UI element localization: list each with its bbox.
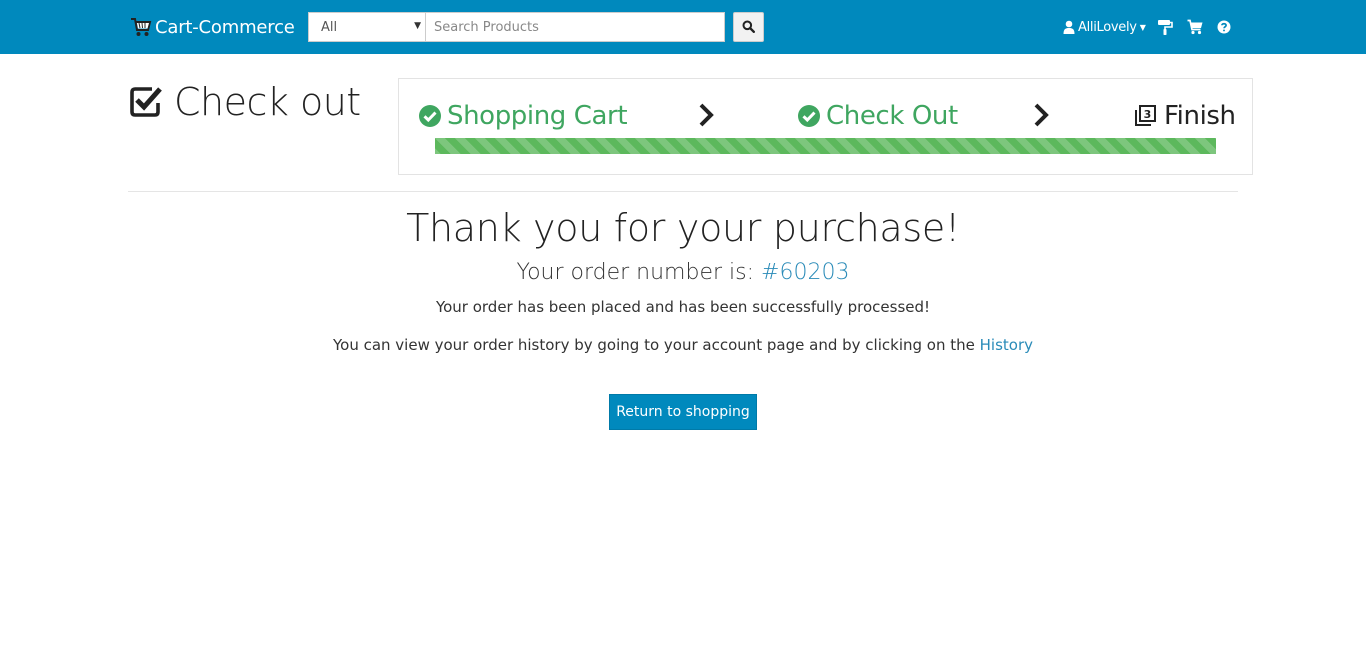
select-caret-icon: ▼ [414, 21, 421, 31]
order-number-line: Your order number is: #60203 [0, 260, 1366, 285]
category-selected-value: All [321, 20, 338, 35]
step-finish: 3 Finish [1134, 99, 1236, 133]
search-icon [742, 18, 756, 37]
user-icon [1063, 20, 1075, 34]
divider [128, 191, 1238, 192]
page-title-text: Check out [174, 80, 361, 124]
checkout-steps: Shopping Cart Check Out 3 Finish [398, 78, 1253, 175]
order-placed-message: Your order has been placed and has been … [435, 298, 931, 316]
help-icon[interactable] [1216, 18, 1232, 36]
paint-roller-icon[interactable] [1157, 18, 1173, 36]
step-check-out: Check Out [798, 99, 958, 133]
user-menu-dropdown[interactable]: AlliLovely ▼ [1063, 17, 1146, 37]
cart-icon[interactable] [1187, 18, 1203, 36]
chevron-right-icon [1033, 103, 1049, 131]
chevron-right-icon [698, 103, 714, 131]
step-label: Finish [1164, 101, 1236, 131]
svg-text:3: 3 [1144, 108, 1152, 121]
checkbox-checked-icon [128, 85, 162, 119]
chevron-down-icon: ▼ [1139, 22, 1146, 32]
brand-link[interactable]: Cart-Commerce [130, 14, 295, 40]
brand-name: Cart-Commerce [155, 16, 295, 38]
search-button[interactable] [733, 12, 764, 42]
return-to-shopping-button[interactable]: Return to shopping [609, 394, 757, 430]
user-name: AlliLovely [1078, 19, 1137, 35]
step-3-icon: 3 [1134, 104, 1156, 128]
checkout-progress-bar [435, 138, 1216, 154]
check-circle-icon [798, 105, 820, 127]
order-number-prefix: Your order number is: [516, 260, 755, 285]
confirmation-heading: Thank you for your purchase! [406, 206, 960, 250]
check-circle-icon [419, 105, 441, 127]
step-label: Check Out [826, 101, 958, 131]
search-input[interactable] [425, 12, 725, 42]
top-navbar: Cart-Commerce All ▼ AlliLovely ▼ [0, 0, 1366, 54]
order-history-message: You can view your order history by going… [0, 336, 1366, 354]
step-shopping-cart: Shopping Cart [419, 99, 628, 133]
category-select[interactable]: All ▼ [308, 12, 426, 42]
order-number: #60203 [761, 260, 850, 285]
page-title: Check out [128, 80, 361, 124]
cart-icon [130, 16, 152, 38]
order-history-text: You can view your order history by going… [332, 336, 975, 354]
history-link[interactable]: History [980, 336, 1033, 354]
step-label: Shopping Cart [447, 101, 628, 131]
